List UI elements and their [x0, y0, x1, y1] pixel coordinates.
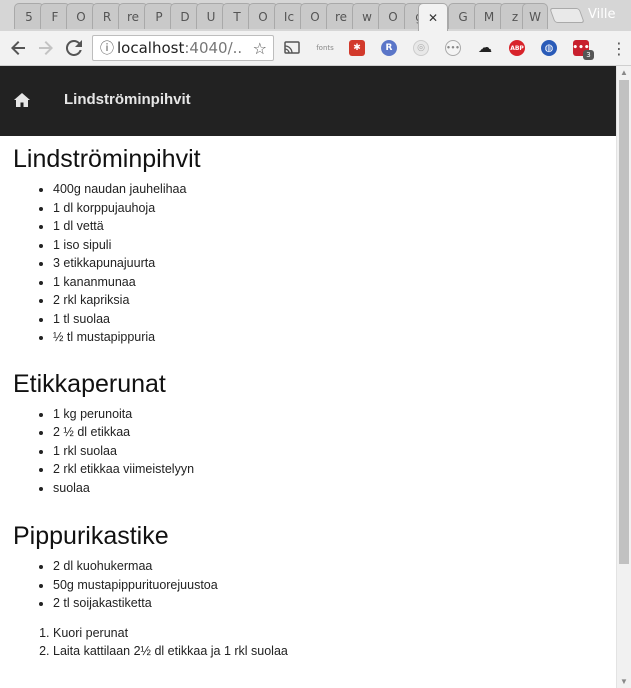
- list-item: 1 tl suolaa: [53, 310, 603, 329]
- ingredient-list: 400g naudan jauhelihaa 1 dl korppujauhoj…: [13, 180, 603, 347]
- url-path: :4040/...: [184, 39, 243, 57]
- browser-tab[interactable]: W: [522, 3, 548, 29]
- tab-label: U: [206, 9, 216, 24]
- cast-icon[interactable]: [284, 40, 300, 56]
- list-item: 2 ½ dl etikkaa: [53, 423, 603, 442]
- fonts-extension-icon[interactable]: fonts: [314, 40, 336, 56]
- list-item: 1 kg perunoita: [53, 405, 603, 424]
- tab-label: F: [51, 9, 59, 24]
- recipe-section: Lindströminpihvit 400g naudan jauhelihaa…: [13, 144, 603, 347]
- new-tab-button[interactable]: [549, 8, 585, 23]
- browser-tab-active[interactable]: ✕: [418, 3, 448, 31]
- navbar-brand[interactable]: Lindströminpihvit: [64, 91, 191, 108]
- instruction-step: Laita kattilaan 2½ dl etikkaa ja 1 rkl s…: [53, 642, 603, 661]
- tab-label: O: [388, 9, 398, 24]
- list-item: ½ tl mustapippuria: [53, 328, 603, 347]
- tab-label: M: [483, 9, 495, 24]
- close-tab-icon[interactable]: ✕: [428, 11, 438, 25]
- tab-label: z: [511, 9, 519, 24]
- section-title: Lindströminpihvit: [13, 145, 201, 173]
- list-item: 1 kananmunaa: [53, 273, 603, 292]
- list-item: 2 dl kuohukermaa: [53, 557, 603, 576]
- list-item: 1 dl vettä: [53, 217, 603, 236]
- r-extension-icon[interactable]: R: [381, 40, 397, 56]
- tab-label: O: [258, 9, 268, 24]
- page-viewport: Lindströminpihvit Lindströminpihvit 400g…: [0, 66, 616, 688]
- tab-label: Ic: [283, 9, 295, 24]
- url-host: localhost: [117, 39, 185, 57]
- address-bar[interactable]: ⓘ localhost:4040/... ☆: [92, 35, 274, 61]
- profile-name[interactable]: Ville: [588, 7, 615, 22]
- site-navbar: Lindströminpihvit: [0, 66, 616, 136]
- instruction-step: Kuori perunat: [53, 624, 603, 643]
- ingredient-list: 1 kg perunoita 2 ½ dl etikkaa 1 rkl suol…: [13, 405, 603, 498]
- list-item: 1 dl korppujauhoja: [53, 199, 603, 218]
- tab-label: W: [529, 9, 541, 24]
- section-title: Etikkaperunat: [13, 369, 166, 398]
- list-item: 400g naudan jauhelihaa: [53, 180, 603, 199]
- recipe-content: Lindströminpihvit 400g naudan jauhelihaa…: [13, 144, 603, 661]
- recipe-section: Pippurikastike 2 dl kuohukermaa 50g must…: [13, 521, 603, 661]
- tab-label: P: [155, 9, 163, 24]
- tab-label: re: [126, 9, 140, 24]
- tab-label: R: [102, 9, 112, 24]
- section-title: Pippurikastike: [13, 522, 169, 550]
- tab-label: 5: [25, 9, 33, 24]
- list-item: 3 etikkapunajuurta: [53, 254, 603, 273]
- list-item: 2 rkl kapriksia: [53, 291, 603, 310]
- back-icon[interactable]: [6, 37, 30, 59]
- list-item: 2 tl soijakastiketta: [53, 594, 603, 613]
- extension-badge-count: 3: [583, 50, 594, 60]
- dots-extension-icon[interactable]: •••: [445, 40, 461, 56]
- list-item: suolaa: [53, 479, 603, 498]
- instruction-list: Kuori perunat Laita kattilaan 2½ dl etik…: [13, 624, 603, 661]
- gray-extension-icon[interactable]: ◎: [413, 40, 429, 56]
- scroll-up-arrow-icon[interactable]: ▲: [620, 68, 628, 77]
- home-icon[interactable]: [14, 93, 30, 107]
- tab-label: O: [76, 9, 86, 24]
- tab-label: w: [362, 9, 372, 24]
- vertical-scrollbar[interactable]: ▲ ▼: [616, 66, 631, 688]
- site-info-icon[interactable]: ⓘ: [97, 38, 117, 58]
- scroll-down-arrow-icon[interactable]: ▼: [620, 677, 628, 686]
- recipe-section: Etikkaperunat 1 kg perunoita 2 ½ dl etik…: [13, 369, 603, 498]
- tab-label: O: [310, 9, 320, 24]
- ingredient-list: 2 dl kuohukermaa 50g mustapippurituoreju…: [13, 557, 603, 613]
- adblock-icon[interactable]: ABP: [509, 40, 525, 56]
- list-item: 1 rkl suolaa: [53, 442, 603, 461]
- list-item: 2 rkl etikkaa viimeistelyyn: [53, 460, 603, 479]
- list-item: 50g mustapippurituorejuustoa: [53, 576, 603, 595]
- reload-icon[interactable]: [62, 37, 86, 59]
- tab-label: T: [233, 9, 241, 24]
- scrollbar-thumb[interactable]: [619, 80, 629, 564]
- globe-extension-icon[interactable]: ◍: [541, 40, 557, 56]
- bookmark-star-icon[interactable]: ☆: [253, 39, 267, 58]
- browser-toolbar: ⓘ localhost:4040/... ☆ fonts ✱ R ◎ ••• ☁…: [0, 31, 631, 66]
- browser-tab-strip: 5 F O R re P D U T O Ic O re w O g ✕ G M…: [0, 0, 631, 31]
- browser-menu-icon[interactable]: ⋮: [611, 39, 627, 58]
- paw-extension-icon[interactable]: ☁: [477, 40, 493, 56]
- tab-label: G: [458, 9, 468, 24]
- tab-label: re: [334, 9, 348, 24]
- red-extension-icon[interactable]: ✱: [349, 40, 365, 56]
- list-item: 1 iso sipuli: [53, 236, 603, 255]
- tab-label: D: [180, 9, 190, 24]
- forward-icon[interactable]: [34, 37, 58, 59]
